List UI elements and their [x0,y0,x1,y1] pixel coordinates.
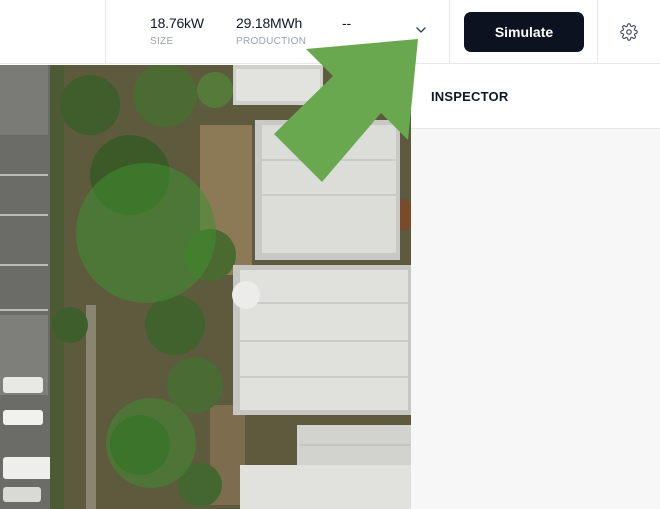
simulate-button[interactable]: Simulate [464,12,584,52]
inspector-header: INSPECTOR [411,65,660,129]
third-stat: -- [342,15,351,31]
size-label: SIZE [150,36,174,47]
third-value: -- [342,15,351,31]
size-value: 18.76kW [150,15,204,31]
production-value: 29.18MWh [236,15,303,31]
satellite-map[interactable] [0,65,411,509]
chevron-down-icon[interactable] [414,23,428,37]
top-bar: 18.76kW SIZE 29.18MWh PRODUCTION -- Simu… [0,0,660,64]
inspector-title: INSPECTOR [431,89,509,104]
size-stat: 18.76kW SIZE [150,15,204,47]
divider [449,0,450,64]
gear-icon[interactable] [620,23,638,41]
inspector-panel: INSPECTOR [411,65,660,509]
divider [105,0,106,64]
production-label: PRODUCTION [236,36,307,47]
divider [597,0,598,64]
production-stat: 29.18MWh PRODUCTION [236,15,306,47]
